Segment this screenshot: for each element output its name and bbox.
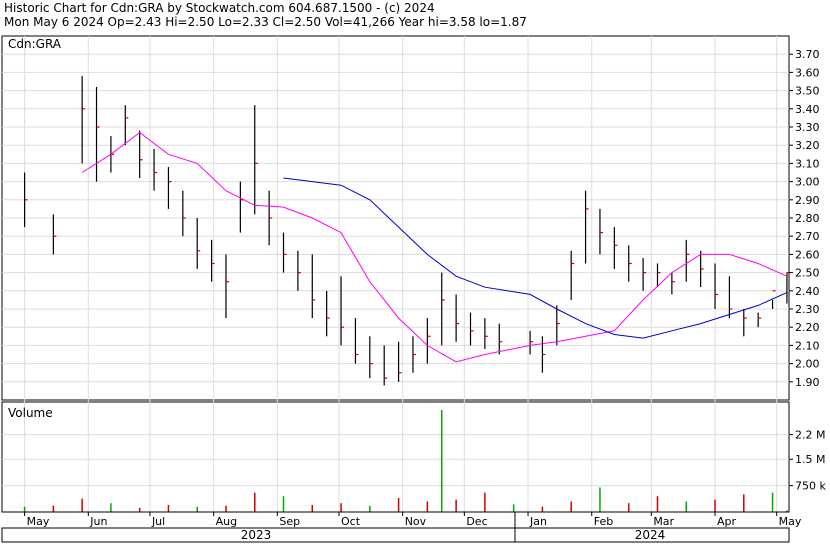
price-tick-label: 3.40 <box>795 103 820 116</box>
price-tick-label: 2.20 <box>795 321 820 334</box>
month-tick-label: Feb <box>594 515 613 528</box>
price-tick-label: 3.30 <box>795 121 820 134</box>
volume-axis: 2.2 M 1.5 M 750 k <box>789 429 826 493</box>
price-tick-label: 3.60 <box>795 66 820 79</box>
price-tick-label: 2.10 <box>795 339 820 352</box>
price-tick-label: 3.00 <box>795 176 820 189</box>
month-tick-label: Nov <box>405 515 427 528</box>
price-axis: 3.70 3.60 3.50 3.40 3.30 3.20 3.10 3.00 2.90 2.80… <box>789 48 820 389</box>
volume-tick-label: 1.5 M <box>795 453 825 466</box>
month-tick-label: Oct <box>341 515 361 528</box>
quote-summary: Mon May 6 2024 Op=2.43 Hi=2.50 Lo=2.33 C… <box>4 15 527 29</box>
month-tick-label: May <box>27 515 50 528</box>
volume-tick-label: 750 k <box>795 480 826 493</box>
price-tick-label: 1.90 <box>795 376 820 389</box>
volume-tick-label: 2.2 M <box>795 429 825 442</box>
price-tick-label: 3.10 <box>795 157 820 170</box>
month-tick-label: Jun <box>89 515 107 528</box>
price-tick-label: 2.00 <box>795 358 820 371</box>
month-tick-label: Apr <box>717 515 737 528</box>
price-tick-label: 2.90 <box>795 194 820 207</box>
year-strip <box>1 527 790 543</box>
month-tick-label: Mar <box>653 515 674 528</box>
stock-chart: Historic Chart for Cdn:GRA by Stockwatch… <box>0 0 830 543</box>
volume-label: Volume <box>8 406 53 420</box>
volume-panel <box>1 401 790 513</box>
month-tick-label: Sep <box>279 515 300 528</box>
price-tick-label: 3.70 <box>795 48 820 61</box>
price-tick-label: 2.30 <box>795 303 820 316</box>
month-tick-label: Dec <box>466 515 487 528</box>
price-tick-label: 3.20 <box>795 139 820 152</box>
price-tick-label: 2.70 <box>795 230 820 243</box>
month-axis: May Jun Jul Aug Sep Oct Nov Dec Jan Feb Mar Apr May <box>2 511 802 528</box>
chart-title: Historic Chart for Cdn:GRA by Stockwatch… <box>4 1 435 15</box>
year-label-2023: 2023 <box>241 528 272 542</box>
price-tick-label: 2.50 <box>795 267 820 280</box>
month-tick-label: Jan <box>529 515 547 528</box>
month-tick-label: Aug <box>216 515 237 528</box>
month-tick-label: Jul <box>151 515 165 528</box>
month-tick-label: May <box>779 515 802 528</box>
symbol-label: Cdn:GRA <box>8 37 62 51</box>
price-tick-label: 2.40 <box>795 285 820 298</box>
price-tick-label: 2.80 <box>795 212 820 225</box>
price-tick-label: 3.50 <box>795 85 820 98</box>
price-tick-label: 2.60 <box>795 248 820 261</box>
year-label-2024: 2024 <box>635 528 666 542</box>
chart-canvas: Historic Chart for Cdn:GRA by Stockwatch… <box>1 1 826 543</box>
